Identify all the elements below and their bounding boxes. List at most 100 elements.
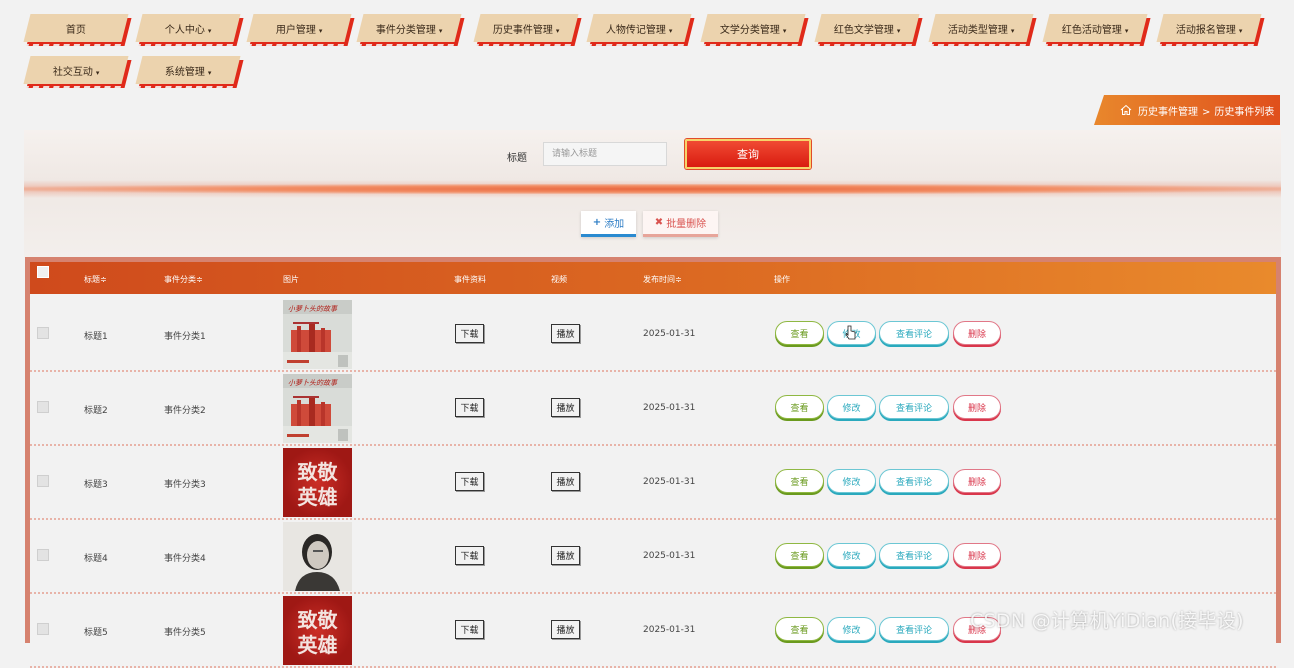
header-video: 视频 (551, 275, 567, 284)
search-input[interactable] (543, 142, 667, 166)
event-table: 标题≑ 事件分类≑ 图片 事件资料 视频 发布时间≑ 操作 标题1 事件分类1 小萝… (25, 257, 1281, 668)
view-comments-button[interactable]: 查看评论 (879, 617, 949, 641)
view-comments-button[interactable]: 查看评论 (879, 469, 949, 493)
header-title[interactable]: 标题≑ (84, 274, 107, 285)
play-button[interactable]: 播放 (551, 324, 580, 343)
chevron-down-icon: ▾ (555, 26, 560, 35)
cell-title: 标题5 (84, 628, 108, 638)
event-image: 小萝卜头的故事 (283, 374, 352, 443)
nav-item-label: 人物传记管理 ▾ (605, 24, 673, 36)
cell-title: 标题4 (84, 554, 108, 564)
search-panel: 标题 查询 + 添加 ✖ 批量删除 (24, 130, 1281, 258)
header-material: 事件资料 (454, 275, 486, 284)
view-button[interactable]: 查看 (775, 321, 824, 345)
breadcrumb-parent[interactable]: 历史事件管理 (1138, 107, 1198, 118)
row-checkbox[interactable] (37, 623, 49, 635)
view-button[interactable]: 查看 (775, 617, 824, 641)
add-button-label: 添加 (604, 219, 625, 230)
cell-publish-date: 2025-01-31 (643, 625, 696, 635)
view-button[interactable]: 查看 (775, 543, 824, 567)
chevron-down-icon: ▾ (668, 26, 673, 35)
watermark: CSDN @计算机YiDian(接毕设) (970, 610, 1244, 632)
chevron-down-icon: ▾ (438, 26, 443, 35)
delete-button[interactable]: 删除 (953, 321, 1001, 345)
view-button[interactable]: 查看 (775, 469, 824, 493)
nav-item-label: 红色文学管理 ▾ (833, 24, 901, 36)
view-comments-button[interactable]: 查看评论 (879, 543, 949, 567)
nav-item-5[interactable]: 人物传记管理 ▾ (586, 14, 692, 42)
play-button[interactable]: 播放 (551, 546, 580, 565)
nav-item-7[interactable]: 红色文学管理 ▾ (814, 14, 920, 42)
table-row: 标题3 事件分类3 致敬 英雄 下载 播放 2025-01-31 查看 修改 查看评论 删除 (30, 446, 1276, 520)
row-checkbox[interactable] (37, 327, 49, 339)
nav-item-6[interactable]: 文学分类管理 ▾ (700, 14, 806, 42)
nav-item-0[interactable]: 首页 (23, 14, 129, 42)
download-button[interactable]: 下载 (455, 472, 484, 491)
chevron-down-icon: ▾ (1124, 26, 1129, 35)
play-button[interactable]: 播放 (551, 620, 580, 639)
delete-button[interactable]: 删除 (953, 543, 1001, 567)
table-header: 标题≑ 事件分类≑ 图片 事件资料 视频 发布时间≑ 操作 (30, 262, 1276, 294)
delete-button[interactable]: 删除 (953, 469, 1001, 493)
cell-publish-date: 2025-01-31 (643, 477, 696, 487)
header-image: 图片 (283, 275, 299, 284)
download-button[interactable]: 下载 (455, 620, 484, 639)
nav-item-12[interactable]: 系统管理 ▾ (135, 56, 241, 84)
nav-item-11[interactable]: 社交互动 ▾ (23, 56, 129, 84)
cell-title: 标题2 (84, 406, 108, 416)
chevron-down-icon: ▾ (782, 26, 787, 35)
row-checkbox[interactable] (37, 549, 49, 561)
plus-icon: + (592, 217, 602, 228)
nav-item-9[interactable]: 红色活动管理 ▾ (1042, 14, 1148, 42)
nav-item-1[interactable]: 个人中心 ▾ (135, 14, 241, 42)
edit-button[interactable]: 修改 (827, 543, 876, 567)
row-checkbox[interactable] (37, 401, 49, 413)
edit-button[interactable]: 修改 (827, 395, 876, 419)
edit-button[interactable]: 修改 (827, 469, 876, 493)
cell-category: 事件分类3 (164, 480, 206, 490)
home-icon[interactable] (1120, 104, 1132, 116)
row-checkbox[interactable] (37, 475, 49, 487)
event-image (283, 522, 352, 591)
mouse-cursor-icon (845, 325, 856, 340)
view-button[interactable]: 查看 (775, 395, 824, 419)
nav-item-4[interactable]: 历史事件管理 ▾ (473, 14, 579, 42)
nav-item-10[interactable]: 活动报名管理 ▾ (1156, 14, 1262, 42)
header-actions: 操作 (774, 275, 790, 284)
batch-delete-button[interactable]: ✖ 批量删除 (643, 211, 718, 237)
table-row: 标题4 事件分类4 下载 播放 2025-01-31 查看 修改 查看评论 删除 (30, 520, 1276, 594)
top-nav: 首页 个人中心 ▾ 用户管理 ▾ 事件分类管理 ▾ 历史事件管理 ▾ 人物传记管理 ▾ 文学分类管理 ▾… (0, 0, 1294, 100)
nav-item-label: 历史事件管理 ▾ (492, 24, 560, 36)
download-button[interactable]: 下载 (455, 324, 484, 343)
view-comments-button[interactable]: 查看评论 (879, 321, 949, 345)
chevron-down-icon: ▾ (95, 68, 100, 77)
edit-button[interactable]: 修改 (827, 617, 876, 641)
cell-category: 事件分类2 (164, 406, 206, 416)
download-button[interactable]: 下载 (455, 546, 484, 565)
add-button[interactable]: + 添加 (581, 211, 636, 237)
nav-item-label: 活动报名管理 ▾ (1175, 24, 1243, 36)
cell-publish-date: 2025-01-31 (643, 551, 696, 561)
nav-item-label: 红色活动管理 ▾ (1061, 24, 1129, 36)
cell-title: 标题1 (84, 332, 108, 342)
nav-item-label: 社交互动 ▾ (52, 66, 100, 78)
nav-item-3[interactable]: 事件分类管理 ▾ (356, 14, 462, 42)
header-category[interactable]: 事件分类≑ (164, 274, 203, 285)
svg-text:英雄: 英雄 (298, 633, 338, 657)
query-button[interactable]: 查询 (685, 139, 811, 169)
delete-button[interactable]: 删除 (953, 395, 1001, 419)
cell-publish-date: 2025-01-31 (643, 329, 696, 339)
cell-category: 事件分类4 (164, 554, 206, 564)
play-button[interactable]: 播放 (551, 472, 580, 491)
view-comments-button[interactable]: 查看评论 (879, 395, 949, 419)
play-button[interactable]: 播放 (551, 398, 580, 417)
select-all-checkbox[interactable] (37, 266, 49, 278)
event-image: 致敬 英雄 (283, 448, 352, 517)
header-publish-time[interactable]: 发布时间≑ (643, 274, 682, 285)
batch-delete-label: 批量删除 (666, 219, 707, 230)
download-button[interactable]: 下载 (455, 398, 484, 417)
cell-title: 标题3 (84, 480, 108, 490)
nav-item-2[interactable]: 用户管理 ▾ (246, 14, 352, 42)
table-row: 标题1事件分类1小萝卜头的故事下载播放2025-01-31查看修改查看评论删除 (30, 298, 1276, 372)
nav-item-8[interactable]: 活动类型管理 ▾ (928, 14, 1034, 42)
